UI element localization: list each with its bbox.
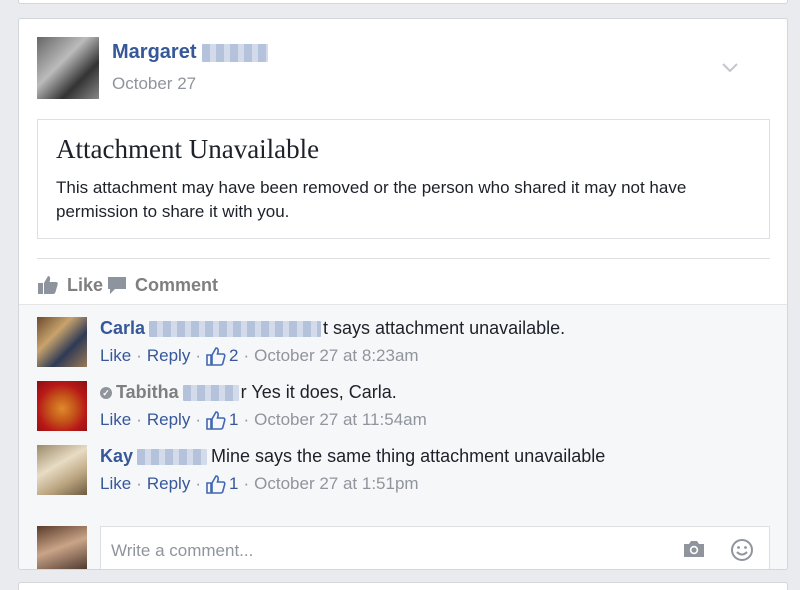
- redacted-surname: [202, 43, 269, 62]
- comment-meta: Like · Reply · 1 · October 27 at 11:54am: [100, 410, 427, 430]
- comment-line: Carla t says attachment unavailable.: [100, 318, 565, 339]
- verified-icon: ✓: [100, 386, 112, 399]
- comments-section: Carla t says attachment unavailable. Lik…: [19, 304, 787, 569]
- like-label: Like: [67, 274, 104, 295]
- redacted-text: [149, 320, 322, 337]
- current-user-avatar: [37, 526, 87, 569]
- comment-like-link[interactable]: Like: [100, 410, 131, 430]
- comment-line: Kay Mine says the same thing attachment …: [100, 446, 605, 467]
- comment-meta: Like · Reply · 2 · October 27 at 8:23am: [100, 346, 419, 366]
- previous-post-card: [18, 0, 788, 4]
- attachment-box: Attachment Unavailable This attachment m…: [37, 119, 770, 239]
- commenter-avatar[interactable]: [37, 445, 87, 495]
- comment-reply-link[interactable]: Reply: [147, 410, 190, 430]
- comment-text: r Yes it does, Carla.: [240, 382, 397, 402]
- thumbs-up-icon: [206, 474, 226, 494]
- redacted-text: [182, 384, 239, 401]
- commenter-avatar[interactable]: [37, 317, 87, 367]
- comment-item: ✓ Tabitha r Yes it does, Carla. Like · R…: [37, 381, 777, 435]
- next-post-card: [18, 582, 788, 590]
- post-date[interactable]: October 27: [112, 74, 196, 94]
- comment-text: t says attachment unavailable.: [323, 318, 566, 338]
- camera-icon[interactable]: [682, 539, 706, 564]
- separator: ·: [243, 474, 250, 493]
- like-button[interactable]: Like: [37, 275, 103, 296]
- comment-like-link[interactable]: Like: [100, 346, 131, 366]
- comment-like-link[interactable]: Like: [100, 474, 131, 494]
- comment-item: Kay Mine says the same thing attachment …: [37, 445, 777, 499]
- separator: ·: [136, 346, 142, 365]
- comment-bubble-icon: [108, 277, 126, 294]
- separator: ·: [243, 346, 250, 365]
- author-avatar[interactable]: [37, 37, 99, 99]
- comment-timestamp[interactable]: October 27 at 8:23am: [254, 346, 418, 366]
- post-header: Margaret October 27: [37, 37, 757, 99]
- likes-number: 2: [229, 346, 239, 365]
- comment-label: Comment: [135, 274, 219, 295]
- redacted-text: [137, 448, 208, 465]
- author-name[interactable]: Margaret: [112, 41, 196, 64]
- separator: ·: [243, 410, 250, 429]
- comment-timestamp[interactable]: October 27 at 11:54am: [254, 410, 427, 430]
- comment-composer: Write a comment...: [37, 526, 777, 569]
- separator: ·: [195, 474, 201, 493]
- attachment-title: Attachment Unavailable: [56, 134, 320, 164]
- separator: ·: [136, 410, 142, 429]
- chevron-down-icon[interactable]: [721, 59, 739, 77]
- attachment-body: This attachment may have been removed or…: [56, 178, 687, 221]
- comment-line: ✓ Tabitha r Yes it does, Carla.: [100, 382, 397, 403]
- thumbs-up-icon: [206, 346, 226, 366]
- comment-likes-count[interactable]: 1: [206, 410, 238, 430]
- comment-likes-count[interactable]: 1: [206, 474, 238, 494]
- separator: ·: [136, 474, 142, 493]
- commenter-name[interactable]: Kay: [100, 446, 133, 467]
- post-actions: Like Comment: [37, 267, 218, 303]
- commenter-avatar[interactable]: [37, 381, 87, 431]
- smiley-icon[interactable]: [730, 538, 754, 567]
- comment-reply-link[interactable]: Reply: [147, 474, 190, 494]
- author-row: Margaret: [112, 41, 269, 64]
- comment-text: Mine says the same thing attachment unav…: [211, 446, 606, 466]
- comment-likes-count[interactable]: 2: [206, 346, 238, 366]
- commenter-name[interactable]: Carla: [100, 318, 145, 339]
- comment-item: Carla t says attachment unavailable. Lik…: [37, 317, 777, 371]
- comment-timestamp[interactable]: October 27 at 1:51pm: [254, 474, 418, 494]
- commenter-name[interactable]: Tabitha: [116, 382, 179, 403]
- comment-reply-link[interactable]: Reply: [147, 346, 190, 366]
- likes-number: 1: [229, 410, 239, 429]
- thumbs-up-icon: [38, 276, 58, 294]
- comment-input[interactable]: Write a comment...: [100, 526, 770, 569]
- likes-number: 1: [229, 474, 239, 493]
- post-card: Margaret October 27 Attachment Unavailab…: [18, 18, 788, 570]
- separator: ·: [195, 346, 201, 365]
- thumbs-up-icon: [206, 410, 226, 430]
- separator: ·: [195, 410, 201, 429]
- comment-meta: Like · Reply · 1 · October 27 at 1:51pm: [100, 474, 419, 494]
